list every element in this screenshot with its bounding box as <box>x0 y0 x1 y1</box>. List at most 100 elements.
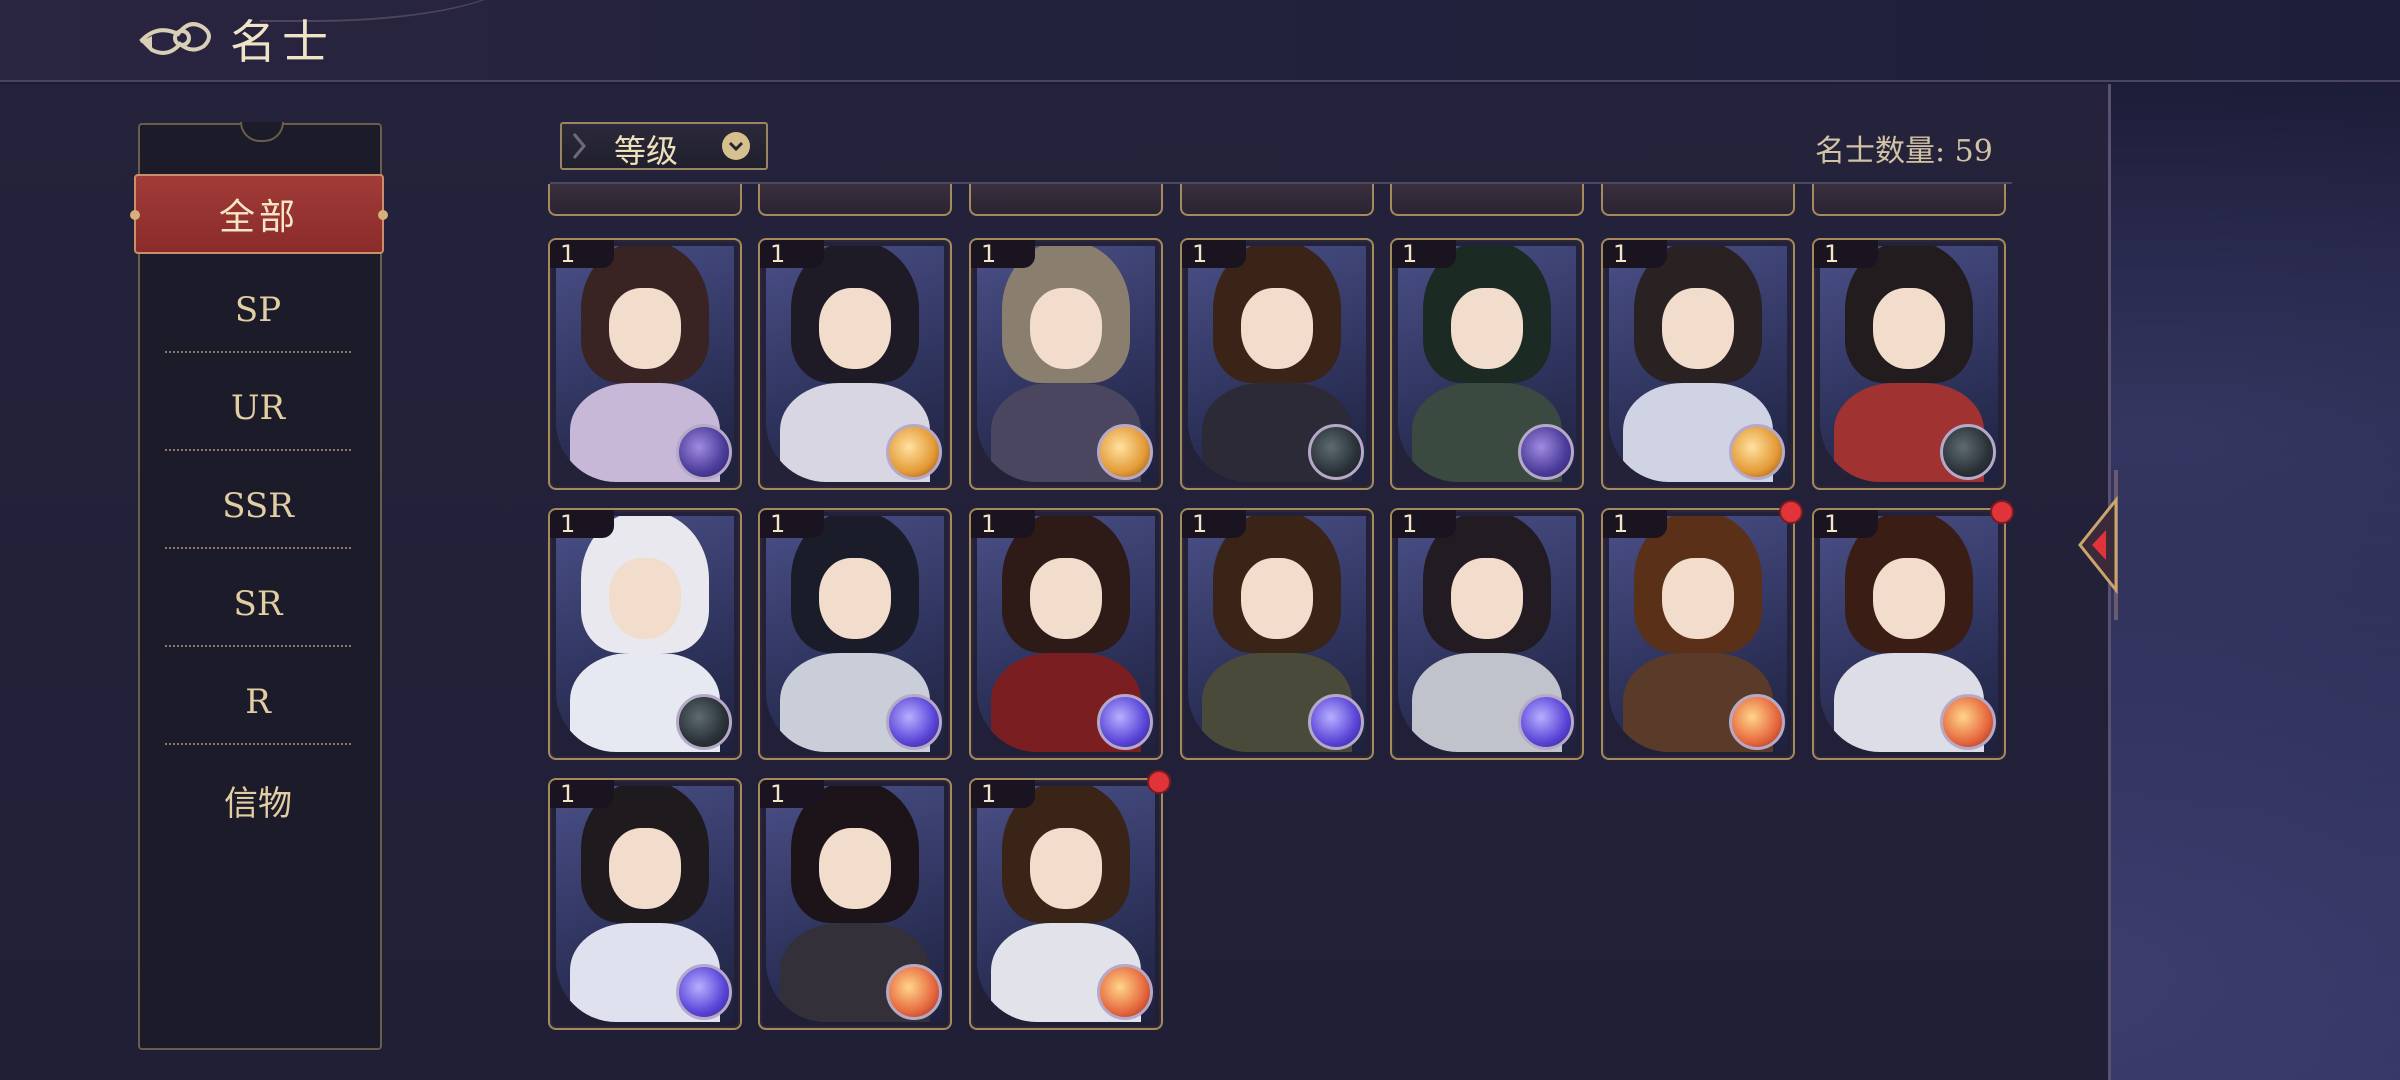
nav-item-ssr[interactable]: SSR <box>150 476 366 536</box>
level-badge: 1 <box>971 780 1035 808</box>
portrait-face <box>609 558 681 639</box>
partial-card[interactable] <box>1180 184 1374 216</box>
level-badge: 1 <box>1814 510 1878 538</box>
nav-notch <box>240 122 284 142</box>
hero-card[interactable]: 1 <box>1180 238 1374 490</box>
hero-card[interactable]: 1 <box>1601 238 1795 490</box>
collapse-arrow-icon[interactable] <box>2076 470 2122 620</box>
element-orb-icon <box>886 964 942 1020</box>
element-orb-icon <box>1518 694 1574 750</box>
portrait-face <box>609 288 681 369</box>
level-badge: 1 <box>550 240 614 268</box>
level-badge: 1 <box>971 510 1035 538</box>
portrait-face <box>1241 288 1313 369</box>
level-badge: 1 <box>1392 240 1456 268</box>
nav-divider <box>165 645 351 647</box>
nav-item-token[interactable]: 信物 <box>150 770 366 830</box>
element-orb-icon <box>1940 694 1996 750</box>
level-badge: 1 <box>760 240 824 268</box>
element-orb-icon <box>676 964 732 1020</box>
dot-decoration <box>378 210 388 220</box>
portrait-face <box>1662 288 1734 369</box>
portrait-face <box>1030 558 1102 639</box>
portrait-face <box>819 558 891 639</box>
hero-card[interactable]: 1 <box>758 508 952 760</box>
hero-card[interactable]: 1 <box>969 238 1163 490</box>
element-orb-icon <box>676 424 732 480</box>
hero-card[interactable]: 1 <box>548 508 742 760</box>
hero-card[interactable]: 1 <box>548 238 742 490</box>
level-badge: 1 <box>760 510 824 538</box>
nav-item-all-label: 全部 <box>218 197 299 238</box>
level-badge: 1 <box>1603 510 1667 538</box>
element-orb-icon <box>1729 694 1785 750</box>
partial-card[interactable] <box>1390 184 1584 216</box>
nav-item-sp[interactable]: SP <box>150 280 366 340</box>
level-badge: 1 <box>550 510 614 538</box>
partial-card[interactable] <box>758 184 952 216</box>
chevron-down-icon <box>722 132 750 160</box>
level-badge: 1 <box>1182 510 1246 538</box>
nav-item-r[interactable]: R <box>150 672 366 732</box>
portrait-face <box>819 288 891 369</box>
hero-count: 名士数量: 59 <box>1815 134 1993 169</box>
portrait-face <box>1241 558 1313 639</box>
hero-card[interactable]: 1 <box>758 778 952 1030</box>
sort-label: 等级 <box>614 132 679 170</box>
nav-divider <box>165 547 351 549</box>
hero-card[interactable]: 1 <box>1812 508 2006 760</box>
element-orb-icon <box>886 424 942 480</box>
nav-item-ur[interactable]: UR <box>150 378 366 438</box>
element-orb-icon <box>1097 964 1153 1020</box>
back-cloud-icon[interactable] <box>138 14 216 66</box>
portrait-face <box>1662 558 1734 639</box>
nav-divider <box>165 351 351 353</box>
nav-item-all[interactable]: 全部 <box>130 174 388 254</box>
level-badge: 1 <box>1392 510 1456 538</box>
level-badge: 1 <box>1603 240 1667 268</box>
header-bar: 名士 <box>0 0 2400 82</box>
level-badge: 1 <box>1182 240 1246 268</box>
portrait-face <box>609 828 681 909</box>
partial-card[interactable] <box>1812 184 2006 216</box>
portrait-face <box>1451 558 1523 639</box>
partial-card[interactable] <box>969 184 1163 216</box>
notification-dot <box>1147 770 1171 794</box>
element-orb-icon <box>676 694 732 750</box>
hero-card[interactable]: 1 <box>1390 508 1584 760</box>
portrait-face <box>1030 288 1102 369</box>
portrait-face <box>1451 288 1523 369</box>
element-orb-icon <box>1308 424 1364 480</box>
hero-card[interactable]: 1 <box>1812 238 2006 490</box>
nav-item-sr[interactable]: SR <box>150 574 366 634</box>
partial-card[interactable] <box>548 184 742 216</box>
dot-decoration <box>130 210 140 220</box>
hero-card[interactable]: 1 <box>1180 508 1374 760</box>
portrait-face <box>1030 828 1102 909</box>
notification-dot <box>1990 500 2014 524</box>
hero-card[interactable]: 1 <box>758 238 952 490</box>
element-orb-icon <box>1097 424 1153 480</box>
portrait-face <box>819 828 891 909</box>
level-badge: 1 <box>550 780 614 808</box>
nav-divider <box>165 449 351 451</box>
element-orb-icon <box>1518 424 1574 480</box>
sort-dropdown[interactable]: 等级 <box>560 122 768 170</box>
ornament-icon <box>572 133 586 159</box>
element-orb-icon <box>886 694 942 750</box>
notification-dot <box>1779 500 1803 524</box>
level-badge: 1 <box>760 780 824 808</box>
portrait-face <box>1873 558 1945 639</box>
nav-divider <box>165 743 351 745</box>
element-orb-icon <box>1940 424 1996 480</box>
page-title: 名士 <box>230 15 334 69</box>
element-orb-icon <box>1729 424 1785 480</box>
hero-card[interactable]: 1 <box>1601 508 1795 760</box>
hero-card[interactable]: 1 <box>969 778 1163 1030</box>
hero-card[interactable]: 1 <box>548 778 742 1030</box>
hero-card[interactable]: 1 <box>969 508 1163 760</box>
hero-card[interactable]: 1 <box>1390 238 1584 490</box>
element-orb-icon <box>1097 694 1153 750</box>
partial-card[interactable] <box>1601 184 1795 216</box>
level-badge: 1 <box>971 240 1035 268</box>
